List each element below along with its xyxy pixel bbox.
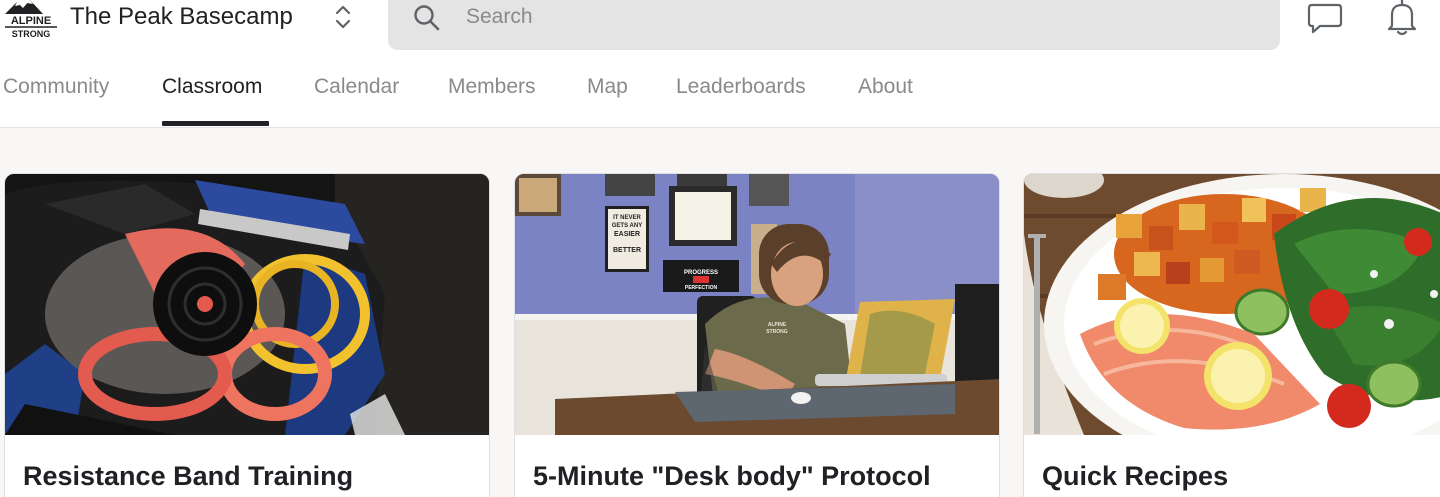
sign2-text-line2: PERFECTION	[685, 285, 718, 291]
tab-map[interactable]: Map	[587, 75, 628, 99]
sign2-text-line1: PROGRESS	[684, 270, 718, 276]
chevron-up-down-icon[interactable]	[331, 2, 355, 32]
logo-text-alpine: ALPINE	[11, 15, 51, 27]
search-input[interactable]	[466, 0, 1246, 34]
group-logo[interactable]: ALPINE STRONG	[3, 0, 59, 40]
tab-members[interactable]: Members	[448, 75, 536, 99]
search-icon	[412, 3, 442, 33]
shirt-text-line1: ALPINE	[768, 322, 787, 328]
active-tab-indicator	[162, 121, 269, 126]
course-image-salmon-plate	[1024, 174, 1440, 435]
search-bar	[388, 0, 1280, 50]
chat-bubble-icon[interactable]	[1306, 0, 1344, 36]
top-bar: ALPINE STRONG The Peak Basecamp	[0, 0, 1440, 58]
tab-leaderboards[interactable]: Leaderboards	[676, 75, 806, 99]
tab-classroom[interactable]: Classroom	[162, 75, 262, 99]
course-card-quick-recipes[interactable]: Quick Recipes	[1023, 173, 1440, 497]
tab-community[interactable]: Community	[3, 75, 109, 99]
course-title: Quick Recipes	[1042, 461, 1229, 491]
course-card-desk-body[interactable]: IT NEVER GETS ANY EASIER BETTER PROGRESS…	[514, 173, 1000, 497]
course-image-desk-workout: IT NEVER GETS ANY EASIER BETTER PROGRESS…	[515, 174, 999, 435]
tab-calendar[interactable]: Calendar	[314, 75, 399, 99]
tab-about[interactable]: About	[858, 75, 913, 99]
shirt-text-line2: STRONG	[766, 329, 788, 335]
logo-text-strong: STRONG	[12, 29, 51, 39]
group-name[interactable]: The Peak Basecamp	[70, 3, 293, 31]
sign-text-line4: BETTER	[613, 247, 641, 254]
course-title: Resistance Band Training	[23, 461, 354, 491]
nav-tabs: Community Classroom Calendar Members Map…	[0, 58, 1440, 128]
course-card-resistance-band[interactable]: Resistance Band Training	[4, 173, 490, 497]
course-image-gym-bag	[5, 174, 489, 435]
course-title: 5-Minute "Desk body" Protocol	[533, 461, 931, 491]
bell-icon[interactable]	[1385, 0, 1419, 38]
sign-text-line3: EASIER	[614, 231, 640, 238]
sign-text-line2: GETS ANY	[612, 223, 642, 229]
sign-text-line1: IT NEVER	[613, 215, 641, 221]
